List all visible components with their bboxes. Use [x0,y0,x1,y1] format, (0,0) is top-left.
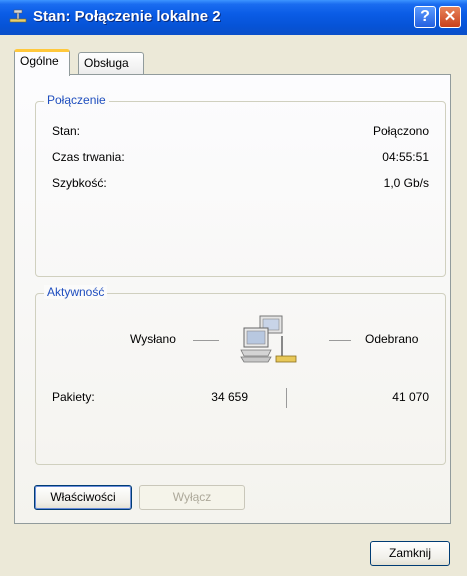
tab-general[interactable]: Ogólne [14,49,70,76]
sent-label: Wysłano [130,332,176,346]
duration-value: 04:55:51 [382,150,429,164]
duration-label: Czas trwania: [52,150,125,164]
connection-group: Połączenie Stan: Połączono Czas trwania:… [35,93,446,277]
close-button[interactable]: Zamknij [370,541,450,566]
received-line [329,340,351,341]
packets-sent-value: 34 659 [211,390,248,404]
disable-button[interactable]: Wyłącz [139,485,245,510]
speed-value: 1,0 Gb/s [383,176,429,190]
network-connection-icon [9,9,27,23]
activity-group: Aktywność Wysłano Odebrano Pakiety: 34 6… [35,285,446,465]
window-title: Stan: Połączenie lokalne 2 [33,8,221,25]
packets-received-value: 41 070 [392,390,429,404]
speed-label: Szybkość: [52,176,107,190]
title-bar[interactable]: Stan: Połączenie lokalne 2 ? ✕ [0,0,467,35]
status-label: Stan: [52,124,81,138]
tab-support[interactable]: Obsługa [78,52,144,74]
computers-network-icon [240,315,297,363]
status-value: Połączono [372,124,429,138]
properties-button[interactable]: Właściwości [34,485,132,510]
packets-label: Pakiety: [52,390,95,404]
help-button[interactable]: ? [414,6,436,28]
activity-group-legend: Aktywność [44,285,108,299]
received-label: Odebrano [365,332,419,346]
packets-divider [286,388,287,408]
sent-line [193,340,219,341]
connection-group-legend: Połączenie [44,93,109,107]
close-window-button[interactable]: ✕ [439,6,461,28]
tab-panel-general: Połączenie Stan: Połączono Czas trwania:… [14,74,451,524]
